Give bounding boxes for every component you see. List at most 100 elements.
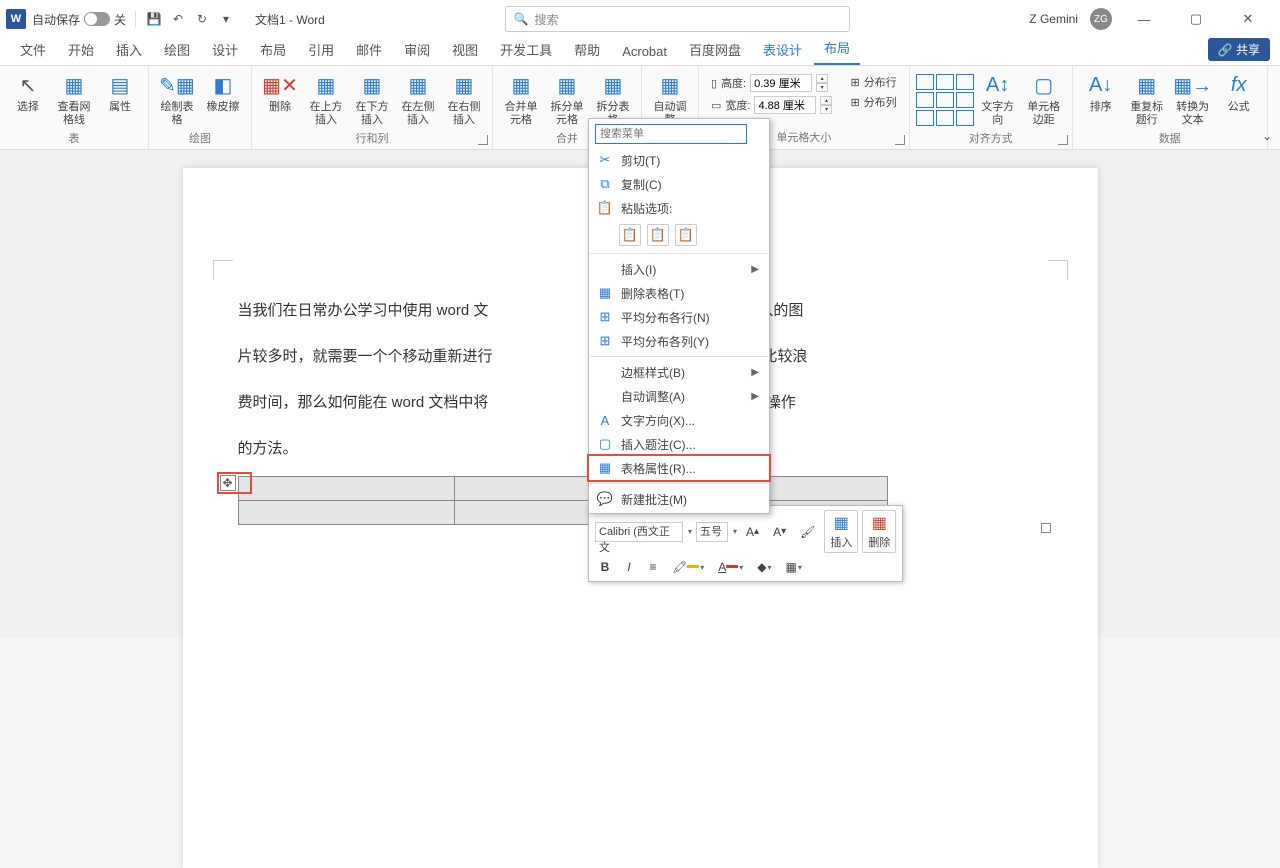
ribbon-collapse-icon[interactable]: ⌄ <box>1262 129 1272 143</box>
merge-cells-button[interactable]: ▦合并单元格 <box>499 70 543 129</box>
tab-layout[interactable]: 布局 <box>250 36 296 65</box>
delete-button[interactable]: ▦✕删除 <box>258 70 302 116</box>
ribbon-tabs: 文件 开始 插入 绘图 设计 布局 引用 邮件 审阅 视图 开发工具 帮助 Ac… <box>0 38 1280 66</box>
tab-table-design[interactable]: 表设计 <box>753 36 812 65</box>
cell-margins-button[interactable]: ▢单元格边距 <box>1022 70 1066 129</box>
menu-distribute-rows[interactable]: ⊞平均分布各行(N) <box>589 305 769 329</box>
formula-button[interactable]: fx公式 <box>1217 70 1261 116</box>
search-input[interactable]: 🔍 搜索 <box>505 6 850 32</box>
maximize-button[interactable]: ▢ <box>1176 4 1216 34</box>
mini-insert-button[interactable]: ▦插入 <box>824 510 858 553</box>
table-cell[interactable] <box>238 501 454 525</box>
table-move-handle[interactable]: ✥ <box>220 475 236 491</box>
draw-table-button[interactable]: ✎▦绘制表格 <box>155 70 199 129</box>
alignment-grid[interactable] <box>916 74 974 126</box>
menu-insert[interactable]: 插入(I)▶ <box>589 257 769 281</box>
text-direction-button[interactable]: A↕文字方向 <box>976 70 1020 129</box>
tab-design[interactable]: 设计 <box>202 36 248 65</box>
insert-right-button[interactable]: ▦在右侧插入 <box>442 70 486 129</box>
menu-copy[interactable]: ⧉复制(C) <box>589 172 769 196</box>
insert-below-button[interactable]: ▦在下方插入 <box>350 70 394 129</box>
insert-above-button[interactable]: ▦在上方插入 <box>304 70 348 129</box>
align-dialog-launcher[interactable] <box>1058 135 1068 145</box>
tab-file[interactable]: 文件 <box>10 36 56 65</box>
menu-distribute-cols[interactable]: ⊞平均分布各列(Y) <box>589 329 769 353</box>
properties-button[interactable]: ▤属性 <box>98 70 142 116</box>
tab-help[interactable]: 帮助 <box>564 36 610 65</box>
user-name[interactable]: Z Gemini <box>1029 12 1078 26</box>
group-rowscols-label: 行和列 <box>356 129 389 148</box>
shrink-font-button[interactable]: A▾ <box>768 522 791 542</box>
shading-button[interactable]: ◆▾ <box>752 557 776 577</box>
font-size-combo[interactable]: 五号 <box>696 522 728 542</box>
menu-border-style[interactable]: 边框样式(B)▶ <box>589 360 769 384</box>
tab-references[interactable]: 引用 <box>298 36 344 65</box>
table-cell[interactable] <box>238 477 454 501</box>
comment-icon: 💬 <box>597 491 613 507</box>
context-menu: ✂剪切(T) ⧉复制(C) 📋粘贴选项: 📋 📋 📋 插入(I)▶ ▦删除表格(… <box>588 118 770 514</box>
sort-button[interactable]: A↓排序 <box>1079 70 1123 116</box>
menu-search-input[interactable] <box>595 124 747 144</box>
width-spinner[interactable]: ▴▾ <box>820 96 832 114</box>
mini-delete-button[interactable]: ▦删除 <box>862 510 896 553</box>
distribute-cols-button[interactable]: ⊞分布列 <box>850 94 896 110</box>
group-align-label: 对齐方式 <box>969 129 1013 148</box>
paste-option-nest[interactable]: 📋 <box>619 224 641 246</box>
text-dir-icon: A <box>597 412 613 428</box>
menu-autofit[interactable]: 自动调整(A)▶ <box>589 384 769 408</box>
distribute-rows-button[interactable]: ⊞分布行 <box>850 74 896 90</box>
cellsize-dialog-launcher[interactable] <box>895 135 905 145</box>
font-color-button[interactable]: A▾ <box>713 557 748 577</box>
tab-mailings[interactable]: 邮件 <box>346 36 392 65</box>
tab-baidu[interactable]: 百度网盘 <box>679 36 751 65</box>
format-painter-button[interactable]: 🖌 <box>795 522 820 542</box>
menu-cut[interactable]: ✂剪切(T) <box>589 148 769 172</box>
split-cells-button[interactable]: ▦拆分单元格 <box>545 70 589 129</box>
menu-insert-caption[interactable]: ▢插入题注(C)... <box>589 432 769 456</box>
redo-icon[interactable]: ↻ <box>193 10 211 28</box>
insert-left-button[interactable]: ▦在左侧插入 <box>396 70 440 129</box>
paste-option-merge[interactable]: 📋 <box>647 224 669 246</box>
grow-font-button[interactable]: A▴ <box>741 522 764 542</box>
menu-new-comment[interactable]: 💬新建批注(M) <box>589 487 769 511</box>
qat-customize-icon[interactable]: ▾ <box>217 10 235 28</box>
tab-review[interactable]: 审阅 <box>394 36 440 65</box>
user-avatar[interactable]: ZG <box>1090 8 1112 30</box>
tab-developer[interactable]: 开发工具 <box>490 36 562 65</box>
italic-button[interactable]: I <box>619 557 639 577</box>
tab-draw[interactable]: 绘图 <box>154 36 200 65</box>
view-gridlines-button[interactable]: ▦查看网格线 <box>52 70 96 129</box>
tab-acrobat[interactable]: Acrobat <box>612 40 677 65</box>
width-input[interactable] <box>754 96 816 114</box>
height-input[interactable] <box>750 74 812 92</box>
paste-option-text[interactable]: 📋 <box>675 224 697 246</box>
minimize-button[interactable]: — <box>1124 4 1164 34</box>
repeat-header-button[interactable]: ▦重复标题行 <box>1125 70 1169 129</box>
tab-table-layout[interactable]: 布局 <box>814 34 860 65</box>
border-button[interactable]: ▦▾ <box>781 557 807 577</box>
bold-button[interactable]: B <box>595 557 615 577</box>
menu-delete-table[interactable]: ▦删除表格(T) <box>589 281 769 305</box>
tab-insert[interactable]: 插入 <box>106 36 152 65</box>
width-icon: ▭ <box>711 99 721 112</box>
eraser-button[interactable]: ◧橡皮擦 <box>201 70 245 116</box>
tab-home[interactable]: 开始 <box>58 36 104 65</box>
autosave-switch[interactable] <box>84 12 110 26</box>
menu-table-properties[interactable]: ▦表格属性(R)... <box>589 456 769 480</box>
table-resize-handle[interactable] <box>1041 523 1051 533</box>
autosave-toggle[interactable]: 自动保存 关 <box>32 11 126 28</box>
convert-text-button[interactable]: ▦→转换为文本 <box>1171 70 1215 129</box>
group-data-label: 数据 <box>1159 129 1181 148</box>
menu-text-direction[interactable]: A文字方向(X)... <box>589 408 769 432</box>
undo-icon[interactable]: ↶ <box>169 10 187 28</box>
height-spinner[interactable]: ▴▾ <box>816 74 828 92</box>
align-button[interactable]: ≡ <box>643 557 663 577</box>
tab-view[interactable]: 视图 <box>442 36 488 65</box>
share-button[interactable]: 🔗 共享 <box>1208 38 1270 61</box>
rows-cols-dialog-launcher[interactable] <box>478 135 488 145</box>
close-button[interactable]: ✕ <box>1228 4 1268 34</box>
select-button[interactable]: ↖选择 <box>6 70 50 116</box>
save-icon[interactable]: 💾 <box>145 10 163 28</box>
font-name-combo[interactable]: Calibri (西文正文 <box>595 522 683 542</box>
highlight-button[interactable]: 🖍▾ <box>667 557 709 577</box>
